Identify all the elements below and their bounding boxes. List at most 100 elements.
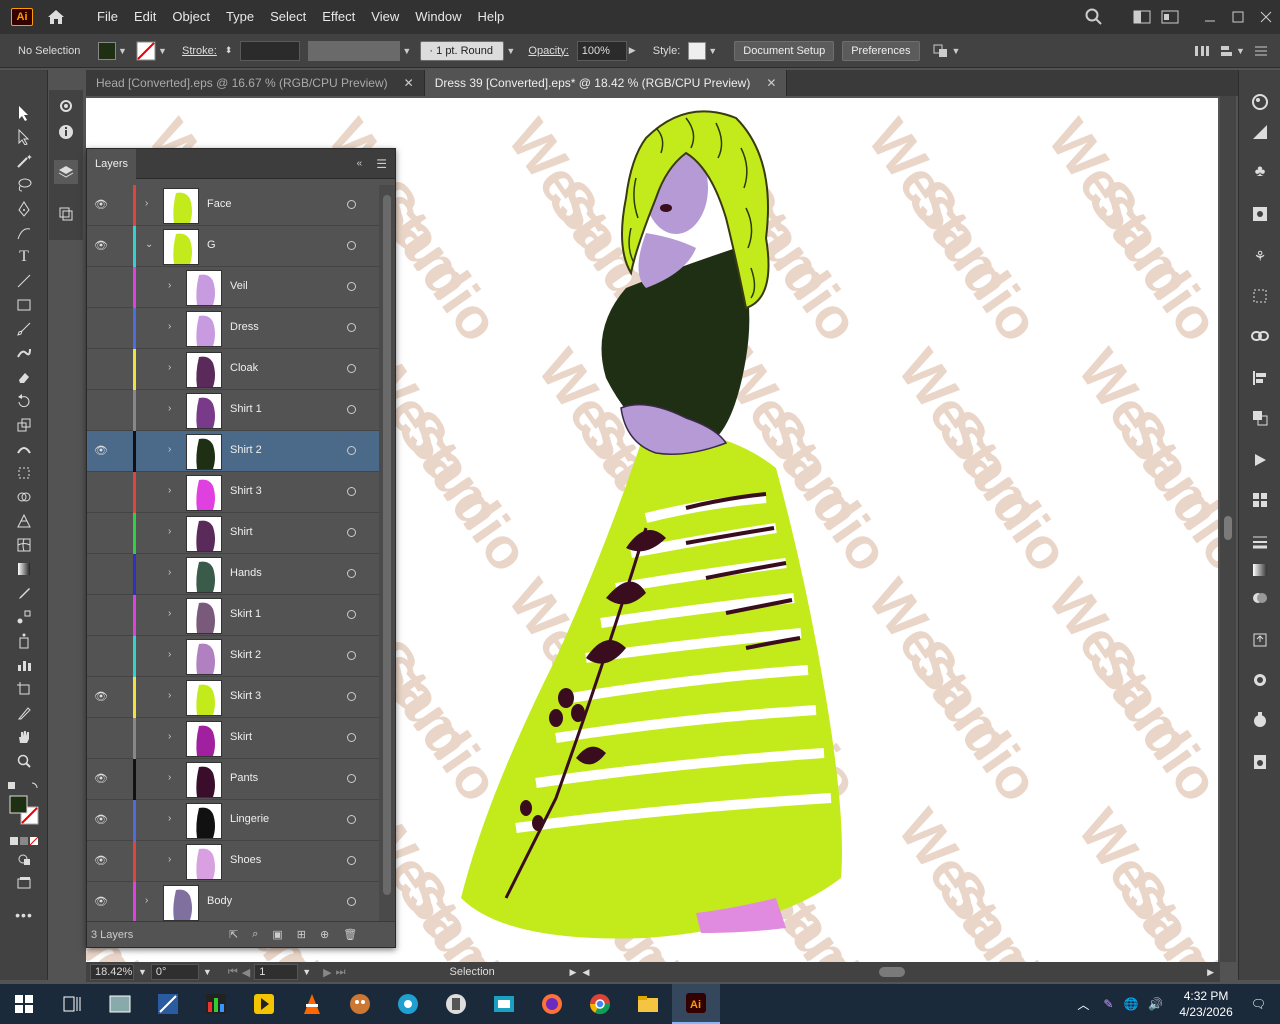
asset-export-icon[interactable]	[1248, 628, 1272, 652]
column-graph-icon[interactable]	[12, 654, 36, 676]
expand-arrow-icon[interactable]: ›	[168, 485, 178, 496]
rotation-field[interactable]: 0°	[150, 964, 199, 980]
layer-name[interactable]: Shirt 3	[230, 485, 262, 497]
eyedropper-icon[interactable]	[12, 582, 36, 604]
info-icon[interactable]	[54, 120, 78, 144]
home-icon[interactable]	[45, 6, 67, 28]
layer-row[interactable]: 👁 ⌄ G	[87, 226, 379, 267]
layer-name[interactable]: Face	[207, 198, 231, 210]
pen-tool-icon[interactable]	[12, 198, 36, 220]
target-circle-icon[interactable]	[347, 323, 356, 332]
previous-artboard-icon[interactable]: ◀	[242, 966, 250, 979]
notifications-icon[interactable]: 🗨	[1251, 997, 1266, 1011]
target-circle-icon[interactable]	[347, 528, 356, 537]
color-guide-icon[interactable]	[1248, 120, 1272, 144]
menu-effect[interactable]: Effect	[314, 0, 363, 34]
tool-app-icon[interactable]	[432, 984, 480, 1024]
target-circle-icon[interactable]	[347, 815, 356, 824]
rotate-tool-icon[interactable]	[12, 390, 36, 412]
appearance-icon[interactable]	[1248, 668, 1272, 692]
type-tool-icon[interactable]: T	[12, 246, 36, 268]
expand-arrow-icon[interactable]: ›	[168, 403, 178, 414]
properties-icon[interactable]	[54, 94, 78, 118]
expand-arrow-icon[interactable]: ›	[145, 198, 155, 209]
horizontal-scrollbar[interactable]	[595, 967, 1201, 977]
puppet-warp-icon[interactable]: ⚘	[1248, 244, 1272, 268]
scroll-left-icon[interactable]: ◀	[582, 967, 589, 978]
layer-row[interactable]: 👁 › Face	[87, 185, 379, 226]
line-tool-icon[interactable]	[12, 270, 36, 292]
expand-arrow-icon[interactable]: ›	[168, 280, 178, 291]
expand-arrow-icon[interactable]: ›	[168, 321, 178, 332]
layer-name[interactable]: Pants	[230, 772, 258, 784]
blend-tool-icon[interactable]	[12, 606, 36, 628]
zoom-level-field[interactable]: 18.42%	[90, 964, 134, 980]
volume-icon[interactable]: 🔊	[1148, 997, 1163, 1011]
studio-app-icon[interactable]	[192, 984, 240, 1024]
screen-mode-icon[interactable]	[12, 872, 36, 894]
expand-arrow-icon[interactable]: ›	[168, 731, 178, 742]
visibility-eye-icon[interactable]	[93, 567, 109, 581]
stroke-label[interactable]: Stroke:	[182, 45, 217, 57]
panel-menu-icon[interactable]	[1254, 45, 1268, 57]
layer-row[interactable]: › Shirt 1	[87, 390, 379, 431]
layer-name[interactable]: Skirt 1	[230, 608, 261, 620]
layer-row[interactable]: 👁 › Skirt 3	[87, 677, 379, 718]
rotation-dropdown-icon[interactable]: ▼	[203, 967, 212, 977]
layers-tab[interactable]: Layers	[87, 148, 137, 179]
menu-view[interactable]: View	[363, 0, 407, 34]
variable-width-profile[interactable]: ▼	[308, 40, 412, 61]
layer-name[interactable]: Cloak	[230, 362, 258, 374]
eraser-icon[interactable]	[12, 366, 36, 388]
stroke-swatch[interactable]: ▼	[136, 41, 168, 61]
target-circle-icon[interactable]	[347, 446, 356, 455]
target-circle-icon[interactable]	[347, 405, 356, 414]
draw-mode-icon[interactable]	[12, 848, 36, 870]
graphic-styles-icon[interactable]	[1248, 708, 1272, 732]
layer-name[interactable]: Skirt	[230, 731, 252, 743]
tab-head-document[interactable]: Head [Converted].eps @ 16.67 % (RGB/CPU …	[86, 70, 425, 96]
language-globe-icon[interactable]: 🌐	[1123, 997, 1138, 1011]
workspace-icon[interactable]	[1128, 3, 1156, 31]
gradient-tool-icon[interactable]	[12, 558, 36, 580]
gradient-panel-icon[interactable]	[1248, 558, 1272, 582]
layer-name[interactable]: G	[207, 239, 216, 251]
task-view-icon[interactable]	[48, 984, 96, 1024]
close-icon[interactable]	[1252, 3, 1280, 31]
target-circle-icon[interactable]	[347, 856, 356, 865]
layer-name[interactable]: Shirt	[230, 526, 253, 538]
locate-object-icon[interactable]: ⌕	[252, 928, 258, 941]
slice-tool-icon[interactable]	[12, 702, 36, 724]
layer-row[interactable]: › Dress	[87, 308, 379, 349]
layer-row[interactable]: 👁 › Pants	[87, 759, 379, 800]
expand-arrow-icon[interactable]: ›	[168, 362, 178, 373]
arrange-documents-icon[interactable]	[1156, 3, 1184, 31]
collapse-panel-icon[interactable]: «	[357, 158, 363, 169]
visibility-eye-icon[interactable]: 👁	[93, 198, 109, 212]
menu-type[interactable]: Type	[218, 0, 262, 34]
network-app-icon[interactable]	[384, 984, 432, 1024]
document-info-icon[interactable]	[1248, 750, 1272, 774]
scale-tool-icon[interactable]	[12, 414, 36, 436]
expand-arrow-icon[interactable]: ›	[168, 854, 178, 865]
stroke-weight-field[interactable]	[240, 40, 301, 61]
visibility-eye-icon[interactable]	[93, 321, 109, 335]
menu-file[interactable]: File	[89, 0, 126, 34]
tab-dress-document[interactable]: Dress 39 [Converted].eps* @ 18.42 % (RGB…	[424, 70, 788, 96]
vlc-app-icon[interactable]	[288, 984, 336, 1024]
layer-row[interactable]: › Shirt 3	[87, 472, 379, 513]
layer-row[interactable]: › Hands	[87, 554, 379, 595]
visibility-eye-icon[interactable]	[93, 608, 109, 622]
vertical-scroll-thumb[interactable]	[1224, 516, 1232, 540]
layer-row[interactable]: › Shirt	[87, 513, 379, 554]
file-explorer-app-icon[interactable]	[624, 984, 672, 1024]
visibility-eye-icon[interactable]: 👁	[93, 444, 109, 458]
layer-name[interactable]: Lingerie	[230, 813, 269, 825]
color-icon[interactable]	[1248, 90, 1272, 114]
transparency-icon[interactable]	[1248, 586, 1272, 610]
clock[interactable]: 4:32 PM 4/23/2026	[1167, 988, 1244, 1020]
visibility-eye-icon[interactable]: 👁	[93, 854, 109, 868]
visibility-eye-icon[interactable]	[93, 403, 109, 417]
layer-name[interactable]: Shirt 1	[230, 403, 262, 415]
chrome-app-icon[interactable]	[576, 984, 624, 1024]
